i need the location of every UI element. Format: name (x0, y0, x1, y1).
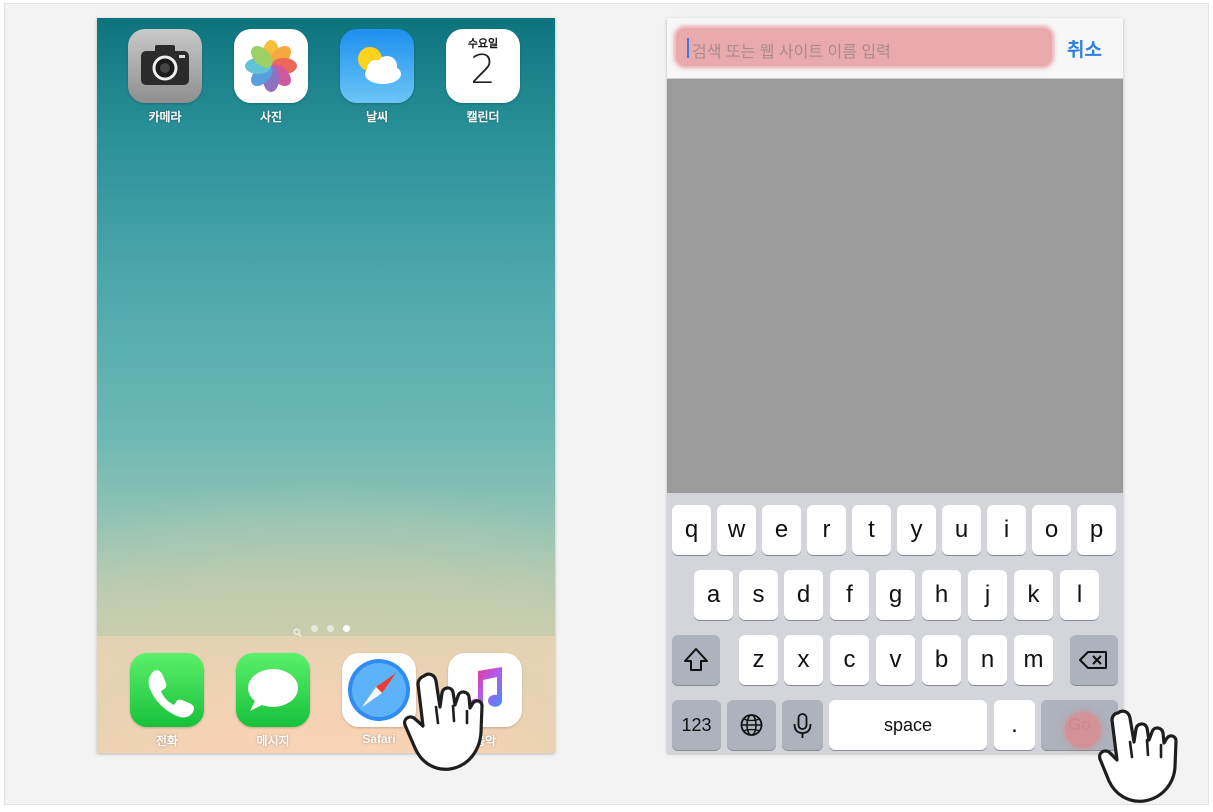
key-i[interactable]: i (987, 505, 1026, 555)
key-x[interactable]: x (784, 635, 823, 685)
key-z[interactable]: z (739, 635, 778, 685)
app-label: 카메라 (148, 110, 182, 124)
key-o[interactable]: o (1032, 505, 1071, 555)
key-n[interactable]: n (968, 635, 1007, 685)
app-messages[interactable]: 메시지 (236, 653, 310, 749)
page-dot (311, 624, 318, 632)
page-content-area (667, 79, 1123, 493)
key-t[interactable]: t (852, 505, 891, 555)
key-u[interactable]: u (942, 505, 981, 555)
key-k[interactable]: k (1014, 570, 1053, 620)
page-dot (327, 624, 334, 632)
backspace-icon (1079, 651, 1107, 669)
app-calendar[interactable]: 수요일 2 캘린더 (446, 29, 520, 125)
space-key[interactable]: space (829, 700, 987, 750)
app-label: 사진 (259, 110, 283, 124)
cancel-button[interactable]: 취소 (1067, 35, 1102, 62)
key-g[interactable]: g (876, 570, 915, 620)
tap-hand-icon (1096, 703, 1192, 812)
page-dot-active (343, 624, 350, 632)
messages-icon (236, 653, 310, 727)
key-j[interactable]: j (968, 570, 1007, 620)
key-d[interactable]: d (784, 570, 823, 620)
app-phone[interactable]: 전화 (130, 653, 204, 749)
search-placeholder: 검색 또는 웹 사이트 이름 입력 (692, 44, 891, 61)
search-icon (293, 624, 302, 637)
globe-icon (740, 714, 763, 736)
key-b[interactable]: b (922, 635, 961, 685)
keyboard: q w e r t y u i o p a s d f g h j k l z … (667, 493, 1123, 753)
safari-screen: 검색 또는 웹 사이트 이름 입력 취소 q w e r t y u i o p… (667, 18, 1123, 753)
key-p[interactable]: p (1077, 505, 1116, 555)
text-caret (687, 38, 689, 58)
app-camera[interactable]: 카메라 (128, 29, 202, 125)
key-s[interactable]: s (739, 570, 778, 620)
app-label: 캘린더 (466, 110, 500, 124)
camera-icon (128, 29, 202, 103)
key-h[interactable]: h (922, 570, 961, 620)
app-label: 날씨 (365, 110, 389, 124)
calendar-icon: 수요일 2 (446, 29, 520, 103)
key-y[interactable]: y (897, 505, 936, 555)
tap-hand-icon (396, 668, 488, 781)
numbers-key[interactable]: 123 (672, 700, 721, 750)
shift-icon (684, 648, 708, 671)
app-label: 메시지 (256, 734, 290, 748)
key-f[interactable]: f (830, 570, 869, 620)
key-m[interactable]: m (1014, 635, 1053, 685)
delete-key[interactable] (1070, 635, 1118, 685)
app-photos[interactable]: 사진 (234, 29, 308, 125)
home-screen: 카메라 사진 날씨 수요일 2 캘린더 전화 메시지 Safari 음악 (97, 18, 555, 753)
app-weather[interactable]: 날씨 (340, 29, 414, 125)
key-q[interactable]: q (672, 505, 711, 555)
search-input[interactable]: 검색 또는 웹 사이트 이름 입력 (674, 26, 1054, 68)
key-r[interactable]: r (807, 505, 846, 555)
app-label: 전화 (155, 734, 179, 748)
photos-icon (234, 29, 308, 103)
key-c[interactable]: c (830, 635, 869, 685)
shift-key[interactable] (672, 635, 720, 685)
weather-icon (340, 29, 414, 103)
key-w[interactable]: w (717, 505, 756, 555)
key-a[interactable]: a (694, 570, 733, 620)
page-indicator (293, 623, 350, 637)
address-bar: 검색 또는 웹 사이트 이름 입력 취소 (667, 18, 1123, 79)
microphone-icon (793, 713, 812, 738)
phone-icon (130, 653, 204, 727)
key-l[interactable]: l (1060, 570, 1099, 620)
globe-key[interactable] (727, 700, 776, 750)
key-e[interactable]: e (762, 505, 801, 555)
calendar-day: 2 (470, 47, 496, 93)
key-v[interactable]: v (876, 635, 915, 685)
period-key[interactable]: . (994, 700, 1035, 750)
dictation-key[interactable] (782, 700, 823, 750)
